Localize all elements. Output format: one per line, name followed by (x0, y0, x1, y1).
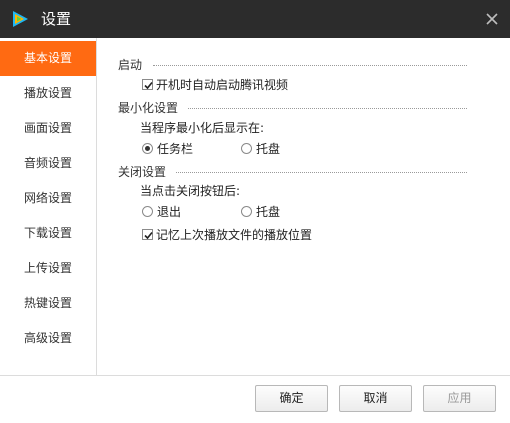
window-title: 设置 (41, 10, 72, 28)
close-prompt: 当点击关闭按钮后: (140, 184, 241, 198)
cancel-button[interactable]: 取消 (339, 385, 412, 412)
ok-button[interactable]: 确定 (255, 385, 328, 412)
close-tray-radio[interactable] (241, 206, 252, 217)
sidebar-item-audio[interactable]: 音频设置 (0, 146, 96, 181)
autostart-label[interactable]: 开机时自动启动腾讯视频 (156, 77, 288, 93)
close-icon[interactable] (484, 11, 500, 27)
close-exit-label[interactable]: 退出 (157, 204, 181, 220)
dialog-footer: 确定 取消 应用 (0, 375, 510, 423)
section-title-minimize: 最小化设置 (118, 101, 179, 115)
sidebar-item-playback[interactable]: 播放设置 (0, 76, 96, 111)
section-title-close: 关闭设置 (118, 165, 167, 179)
apply-button[interactable]: 应用 (423, 385, 496, 412)
sidebar-item-network[interactable]: 网络设置 (0, 181, 96, 216)
minimize-prompt: 当程序最小化后显示在: (140, 121, 265, 135)
sidebar-item-basic[interactable]: 基本设置 (0, 41, 96, 76)
sidebar-item-download[interactable]: 下载设置 (0, 216, 96, 251)
title-bar: 设置 (0, 0, 510, 38)
settings-sidebar: 基本设置 播放设置 画面设置 音频设置 网络设置 下载设置 上传设置 热键设置 … (0, 38, 97, 375)
minimize-taskbar-label[interactable]: 任务栏 (157, 141, 193, 157)
tencent-video-logo-icon (13, 11, 28, 27)
remember-position-checkbox[interactable] (142, 229, 153, 240)
close-exit-radio[interactable] (142, 206, 153, 217)
close-tray-label[interactable]: 托盘 (256, 204, 280, 220)
sidebar-item-advanced[interactable]: 高级设置 (0, 321, 96, 356)
sidebar-item-picture[interactable]: 画面设置 (0, 111, 96, 146)
autostart-checkbox[interactable] (142, 79, 153, 90)
section-title-startup: 启动 (118, 58, 143, 72)
sidebar-item-hotkeys[interactable]: 热键设置 (0, 286, 96, 321)
settings-content: 启动 开机时自动启动腾讯视频 最小化设置 当程序最小化后显示在: 任务栏 托盘 … (98, 38, 510, 375)
sidebar-item-upload[interactable]: 上传设置 (0, 251, 96, 286)
remember-position-label[interactable]: 记忆上次播放文件的播放位置 (156, 227, 312, 243)
section-divider (176, 172, 467, 173)
minimize-tray-radio[interactable] (241, 143, 252, 154)
section-divider (153, 65, 467, 66)
section-divider (188, 108, 467, 109)
minimize-taskbar-radio[interactable] (142, 143, 153, 154)
minimize-tray-label[interactable]: 托盘 (256, 141, 280, 157)
